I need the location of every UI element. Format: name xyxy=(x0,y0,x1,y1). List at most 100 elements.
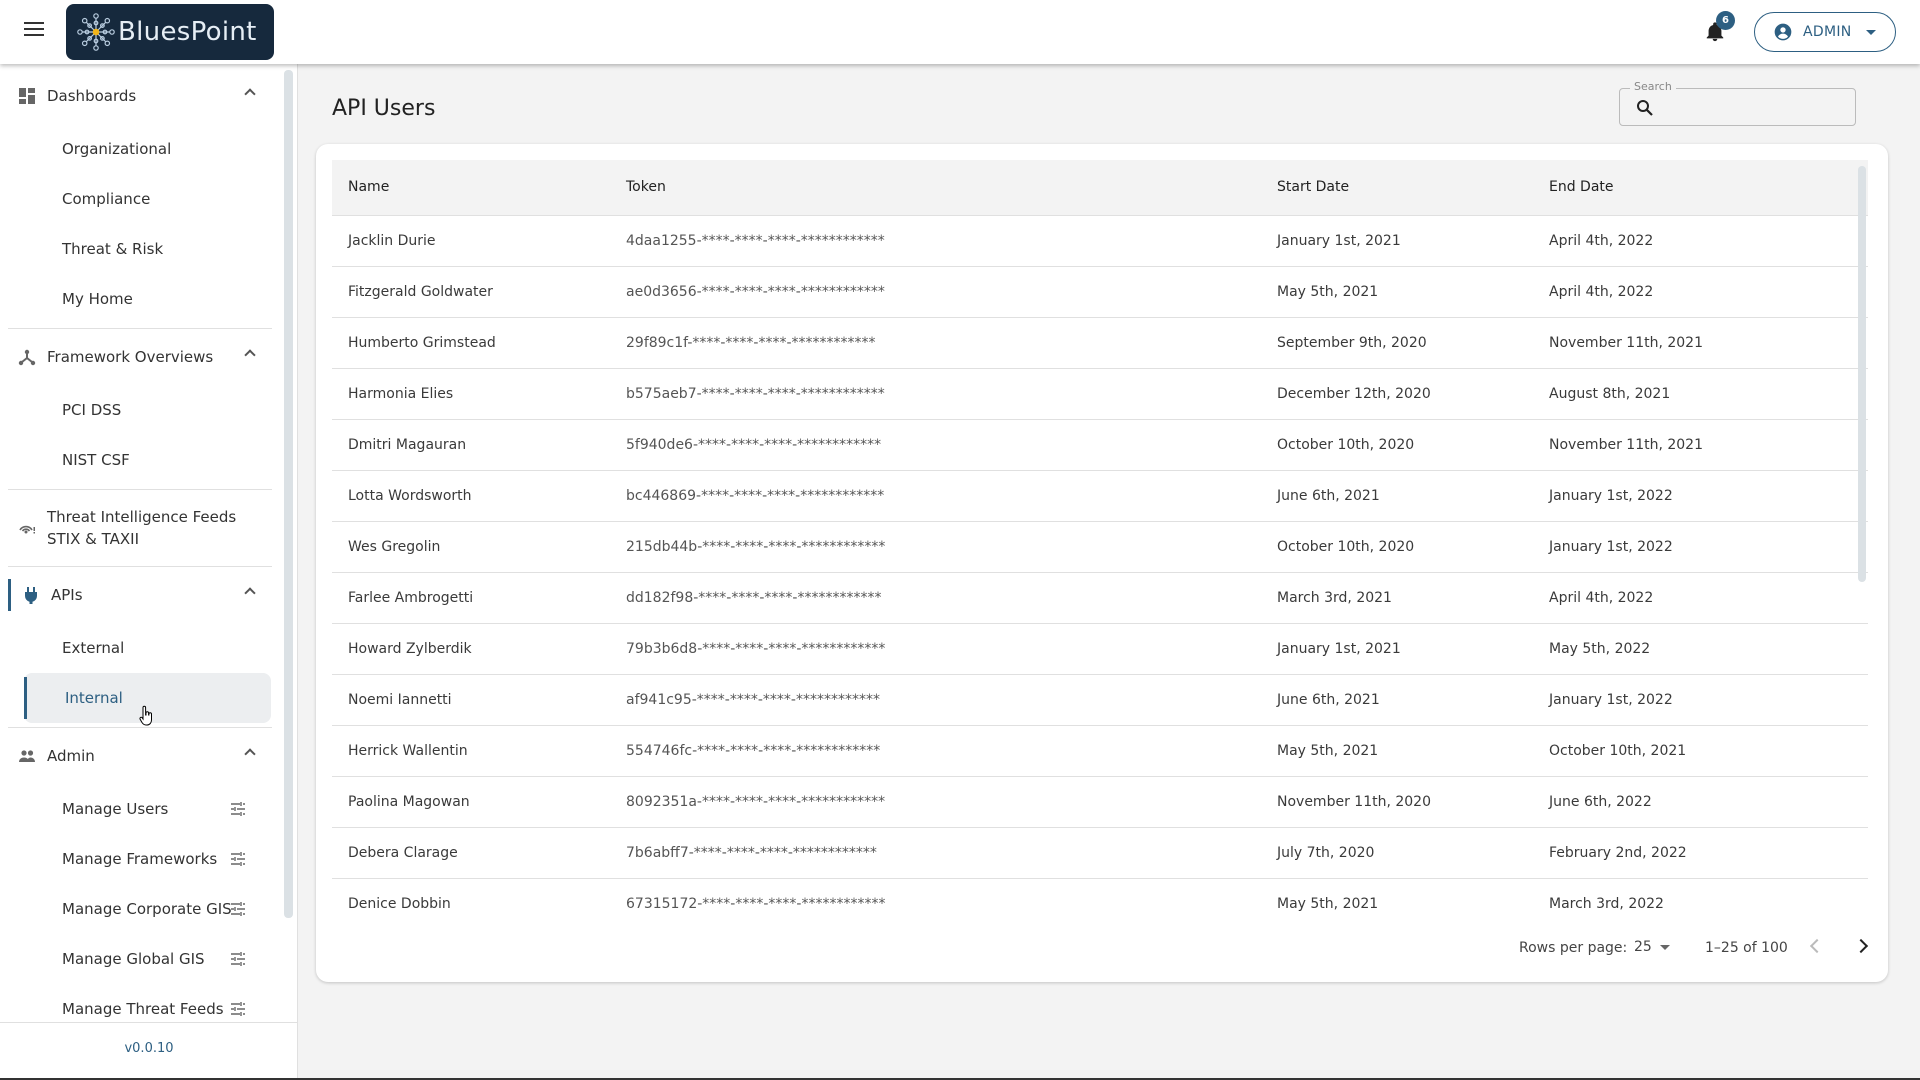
table-row[interactable]: Herrick Wallentin 554746fc-****-****-****… xyxy=(332,725,1868,776)
table-row[interactable]: Wes Gregolin 215db44b-****-****-****-****… xyxy=(332,521,1868,572)
menu-icon[interactable] xyxy=(24,22,44,38)
group-label: APIs xyxy=(51,586,83,604)
hub-icon xyxy=(18,349,36,366)
caret-down-icon xyxy=(1865,29,1876,35)
cell-name: Harmonia Elies xyxy=(348,385,454,402)
pagination: Rows per page: 25 1–25 of 100 xyxy=(316,926,1888,982)
nav-item-label: Threat & Risk xyxy=(62,240,164,258)
rows-per-page-value: 25 xyxy=(1634,939,1652,955)
chevron-up-icon[interactable] xyxy=(244,88,256,100)
rows-per-page-select[interactable]: 25 xyxy=(1634,939,1670,955)
group-header-apis[interactable]: APIs xyxy=(0,567,280,623)
cell-end-date: August 8th, 2021 xyxy=(1549,385,1671,402)
search-label: Search xyxy=(1630,80,1676,93)
cell-token: 215db44b-****-****-****-************ xyxy=(626,538,886,555)
sidebar-item-manage-frameworks[interactable]: Manage Frameworks xyxy=(0,834,280,884)
search-input[interactable] xyxy=(1664,95,1844,119)
sidebar-item-organizational[interactable]: Organizational xyxy=(0,124,280,174)
table-row[interactable]: Dmitri Magauran 5f940de6-****-****-****-*… xyxy=(332,419,1868,470)
user-menu-button[interactable]: ADMIN xyxy=(1754,12,1896,52)
app-logo[interactable]: BluesPoint xyxy=(66,4,274,60)
search-field[interactable]: Search xyxy=(1619,80,1856,126)
table-body: Jacklin Durie 4daa1255-****-****-****-***… xyxy=(332,215,1868,920)
tune-icon[interactable] xyxy=(230,951,246,967)
table-row[interactable]: Lotta Wordsworth bc446869-****-****-****-… xyxy=(332,470,1868,521)
cell-token: 79b3b6d8-****-****-****-************ xyxy=(626,640,886,657)
cell-token: 67315172-****-****-****-************ xyxy=(626,895,886,912)
cell-name: Farlee Ambrogetti xyxy=(348,589,474,606)
tune-icon[interactable] xyxy=(230,801,246,817)
group-label: Admin xyxy=(47,747,95,765)
cell-end-date: January 1st, 2022 xyxy=(1549,691,1673,708)
dashboard-icon xyxy=(19,88,35,104)
table-container: Name Token Start Date End Date Jacklin D… xyxy=(332,160,1868,920)
chevron-up-icon[interactable] xyxy=(244,349,256,361)
chevron-up-icon[interactable] xyxy=(244,748,256,760)
cell-start-date: October 10th, 2020 xyxy=(1277,538,1415,555)
table-row[interactable]: Harmonia Elies b575aeb7-****-****-****-**… xyxy=(332,368,1868,419)
column-header-name[interactable]: Name xyxy=(332,160,610,215)
table-row[interactable]: Humberto Grimstead 29f89c1f-****-****-***… xyxy=(332,317,1868,368)
cell-end-date: February 2nd, 2022 xyxy=(1549,844,1687,861)
tune-icon[interactable] xyxy=(230,851,246,867)
group-label: Framework Overviews xyxy=(47,348,214,366)
nav-item-label: NIST CSF xyxy=(62,451,130,469)
table-row[interactable]: Howard Zylberdik 79b3b6d8-****-****-****-… xyxy=(332,623,1868,674)
sidebar-item-pci-dss[interactable]: PCI DSS xyxy=(0,385,280,435)
sidebar-item-compliance[interactable]: Compliance xyxy=(0,174,280,224)
table-row[interactable]: Farlee Ambrogetti dd182f98-****-****-****… xyxy=(332,572,1868,623)
column-header-token[interactable]: Token xyxy=(610,160,1261,215)
cell-end-date: November 11th, 2021 xyxy=(1549,334,1703,351)
table-row[interactable]: Paolina Magowan 8092351a-****-****-****-*… xyxy=(332,776,1868,827)
cell-start-date: October 10th, 2020 xyxy=(1277,436,1415,453)
pagination-range: 1–25 of 100 xyxy=(1705,940,1788,956)
sidebar-scrollbar[interactable] xyxy=(284,70,293,918)
nav-item-label: Manage Corporate GIS xyxy=(62,900,232,918)
sidebar: Dashboards Organizational Compliance Thr… xyxy=(0,64,298,1078)
tune-icon[interactable] xyxy=(230,901,246,917)
column-header-start-date[interactable]: Start Date xyxy=(1261,160,1533,215)
users-icon xyxy=(19,750,35,762)
cell-start-date: May 5th, 2021 xyxy=(1277,283,1379,300)
next-page-icon[interactable] xyxy=(1853,938,1869,954)
cell-start-date: May 5th, 2021 xyxy=(1277,742,1379,759)
nav-item-label: Compliance xyxy=(62,190,151,208)
table-scrollbar[interactable] xyxy=(1858,166,1866,582)
sidebar-item-manage-global-gis[interactable]: Manage Global GIS xyxy=(0,934,280,984)
sidebar-item-threat-risk[interactable]: Threat & Risk xyxy=(0,224,280,274)
chevron-up-icon[interactable] xyxy=(244,587,256,599)
table-row[interactable]: Denice Dobbin 67315172-****-****-****-***… xyxy=(332,878,1868,920)
group-header-admin[interactable]: Admin xyxy=(0,728,280,784)
wifi-alert-icon xyxy=(19,525,35,534)
sidebar-item-my-home[interactable]: My Home xyxy=(0,274,280,324)
cell-start-date: June 6th, 2021 xyxy=(1277,691,1380,708)
column-header-end-date[interactable]: End Date xyxy=(1533,160,1868,215)
previous-page-icon[interactable] xyxy=(1809,938,1825,954)
group-header-framework-overviews[interactable]: Framework Overviews xyxy=(0,329,280,385)
table-row[interactable]: Noemi Iannetti af941c95-****-****-****-**… xyxy=(332,674,1868,725)
table-row[interactable]: Jacklin Durie 4daa1255-****-****-****-***… xyxy=(332,215,1868,266)
cell-name: Noemi Iannetti xyxy=(348,691,452,708)
nav-group-threat-intel: Threat Intelligence Feeds STIX & TAXII xyxy=(0,490,280,566)
cell-name: Dmitri Magauran xyxy=(348,436,467,453)
cell-token: ae0d3656-****-****-****-************ xyxy=(626,283,885,300)
cell-name: Jacklin Durie xyxy=(348,232,436,249)
cell-end-date: April 4th, 2022 xyxy=(1549,232,1654,249)
nav-item-label: Manage Users xyxy=(62,800,169,818)
tune-icon[interactable] xyxy=(230,1001,246,1017)
cell-start-date: September 9th, 2020 xyxy=(1277,334,1427,351)
page-title: API Users xyxy=(332,96,436,121)
sidebar-item-manage-corporate-gis[interactable]: Manage Corporate GIS xyxy=(0,884,280,934)
table-row[interactable]: Fitzgerald Goldwater ae0d3656-****-****-*… xyxy=(332,266,1868,317)
cell-start-date: January 1st, 2021 xyxy=(1277,640,1401,657)
top-app-bar: BluesPoint 6 ADMIN xyxy=(0,0,1920,64)
sidebar-item-nist-csf[interactable]: NIST CSF xyxy=(0,435,280,485)
sidebar-item-manage-users[interactable]: Manage Users xyxy=(0,784,280,834)
sidebar-item-threat-intelligence-feeds[interactable]: Threat Intelligence Feeds STIX & TAXII xyxy=(0,490,280,566)
table-row[interactable]: Debera Clarage 7b6abff7-****-****-****-**… xyxy=(332,827,1868,878)
cell-start-date: December 12th, 2020 xyxy=(1277,385,1431,402)
sidebar-item-external[interactable]: External xyxy=(0,623,280,673)
cell-end-date: March 3rd, 2022 xyxy=(1549,895,1664,912)
nav-group-dashboards: Dashboards Organizational Compliance Thr… xyxy=(0,68,280,324)
group-header-dashboards[interactable]: Dashboards xyxy=(0,68,280,124)
